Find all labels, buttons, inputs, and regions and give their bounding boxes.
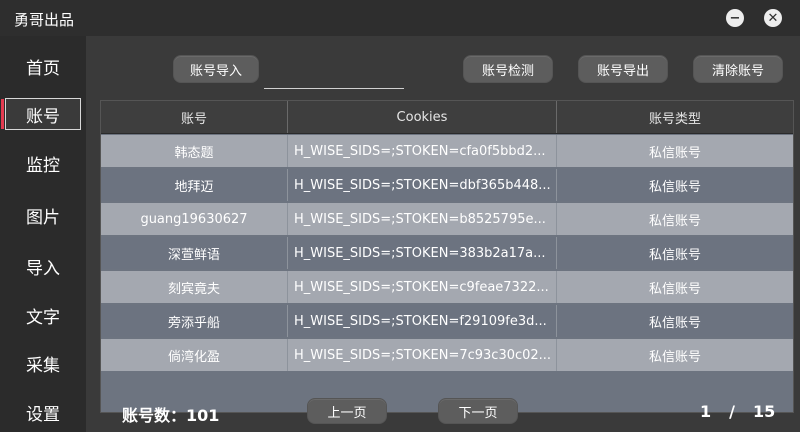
sidebar-item-images[interactable]: 图片 [0, 195, 86, 235]
table-row[interactable]: 倘湾化盈 H_WISE_SIDS=;STOKEN=7c93c30c02... 私… [101, 339, 793, 371]
import-path-input[interactable] [264, 66, 404, 89]
sidebar-item-import[interactable]: 导入 [0, 246, 86, 286]
sidebar-item-label: 文字 [26, 307, 60, 328]
sidebar-item-settings[interactable]: 设置 [0, 392, 86, 432]
sidebar-item-home[interactable]: 首页 [0, 46, 86, 86]
type-cell: 私信账号 [648, 315, 701, 331]
type-cell: 私信账号 [648, 213, 701, 229]
sidebar: 首页 账号 监控 图片 导入 文字 采集 设置 [0, 36, 86, 432]
sidebar-item-label: 导入 [26, 258, 60, 279]
title-bar: 勇哥出品 − ✕ [0, 0, 800, 36]
account-cell: 韩态题 [101, 135, 288, 167]
account-cell: 刻宾竟夫 [101, 271, 288, 303]
account-detect-button[interactable]: 账号检测 [463, 55, 553, 83]
account-export-button[interactable]: 账号导出 [578, 55, 668, 83]
app-window: 勇哥出品 − ✕ 首页 账号 监控 图片 导入 文字 采集 设置 账号导入 账号… [0, 0, 800, 432]
account-cell: guang19630627 [101, 203, 288, 235]
sidebar-item-accounts[interactable]: 账号 [0, 94, 86, 134]
table-row[interactable]: 旁添乎船 H_WISE_SIDS=;STOKEN=f29109fe3d... 私… [101, 305, 793, 337]
account-count: 账号数：101 [122, 406, 220, 425]
column-header-account[interactable]: 账号 [101, 101, 288, 133]
account-cell: 地拜迈 [101, 169, 288, 201]
cookies-cell: H_WISE_SIDS=;STOKEN=b8525795e... [288, 203, 557, 235]
cookies-cell: H_WISE_SIDS=;STOKEN=c9feae7322... [288, 271, 557, 303]
sidebar-item-label: 采集 [26, 355, 60, 376]
prev-page-button[interactable]: 上一页 [307, 398, 387, 424]
table-row[interactable]: guang19630627 H_WISE_SIDS=;STOKEN=b85257… [101, 203, 793, 235]
table-header: 账号 Cookies 账号类型 [101, 101, 793, 134]
column-header-cookies[interactable]: Cookies [288, 101, 557, 133]
cookies-cell: H_WISE_SIDS=;STOKEN=7c93c30c02... [288, 339, 557, 371]
table-row[interactable]: 刻宾竟夫 H_WISE_SIDS=;STOKEN=c9feae7322... 私… [101, 271, 793, 303]
account-cell: 旁添乎船 [101, 305, 288, 337]
sidebar-item-monitor[interactable]: 监控 [0, 143, 86, 183]
cookies-cell: H_WISE_SIDS=;STOKEN=383b2a17a... [288, 237, 557, 269]
accounts-table: 账号 Cookies 账号类型 韩态题 H_WISE_SIDS=;STOKEN=… [100, 100, 794, 413]
type-cell: 私信账号 [648, 349, 701, 365]
account-import-button[interactable]: 账号导入 [173, 55, 259, 83]
sidebar-item-text[interactable]: 文字 [0, 295, 86, 335]
sidebar-item-label: 监控 [26, 155, 60, 176]
page-indicator: 1 / 15 [700, 402, 775, 421]
page-current: 1 [700, 402, 712, 421]
sidebar-item-label: 设置 [26, 404, 60, 425]
type-cell: 私信账号 [648, 179, 701, 195]
sidebar-item-label: 图片 [26, 207, 60, 228]
cookies-cell: H_WISE_SIDS=;STOKEN=dbf365b448... [288, 169, 557, 201]
page-total: 15 [752, 402, 776, 421]
sidebar-item-label: 账号 [26, 106, 60, 127]
table-row[interactable]: 深萱鲜语 H_WISE_SIDS=;STOKEN=383b2a17a... 私信… [101, 237, 793, 269]
next-page-button[interactable]: 下一页 [438, 398, 518, 424]
app-title: 勇哥出品 [14, 11, 75, 29]
account-cell: 倘湾化盈 [101, 339, 288, 371]
main-panel: 账号导入 账号检测 账号导出 清除账号 账号 Cookies 账号类型 韩态题 … [86, 36, 800, 432]
table-row[interactable]: 地拜迈 H_WISE_SIDS=;STOKEN=dbf365b448... 私信… [101, 169, 793, 201]
table-row[interactable]: 韩态题 H_WISE_SIDS=;STOKEN=cfa0f5bbd2... 私信… [101, 135, 793, 167]
cookies-cell: H_WISE_SIDS=;STOKEN=f29109fe3d... [288, 305, 557, 337]
sidebar-item-collect[interactable]: 采集 [0, 343, 86, 383]
minimize-icon[interactable]: − [726, 9, 744, 27]
clear-accounts-button[interactable]: 清除账号 [693, 55, 783, 83]
type-cell: 私信账号 [648, 247, 701, 263]
sidebar-item-label: 首页 [26, 58, 60, 79]
close-icon[interactable]: ✕ [764, 9, 782, 27]
type-cell: 私信账号 [648, 281, 701, 297]
column-header-type[interactable]: 账号类型 [557, 101, 793, 133]
type-cell: 私信账号 [648, 145, 701, 161]
account-cell: 深萱鲜语 [101, 237, 288, 269]
page-separator: / [729, 402, 735, 421]
cookies-cell: H_WISE_SIDS=;STOKEN=cfa0f5bbd2... [288, 135, 557, 167]
